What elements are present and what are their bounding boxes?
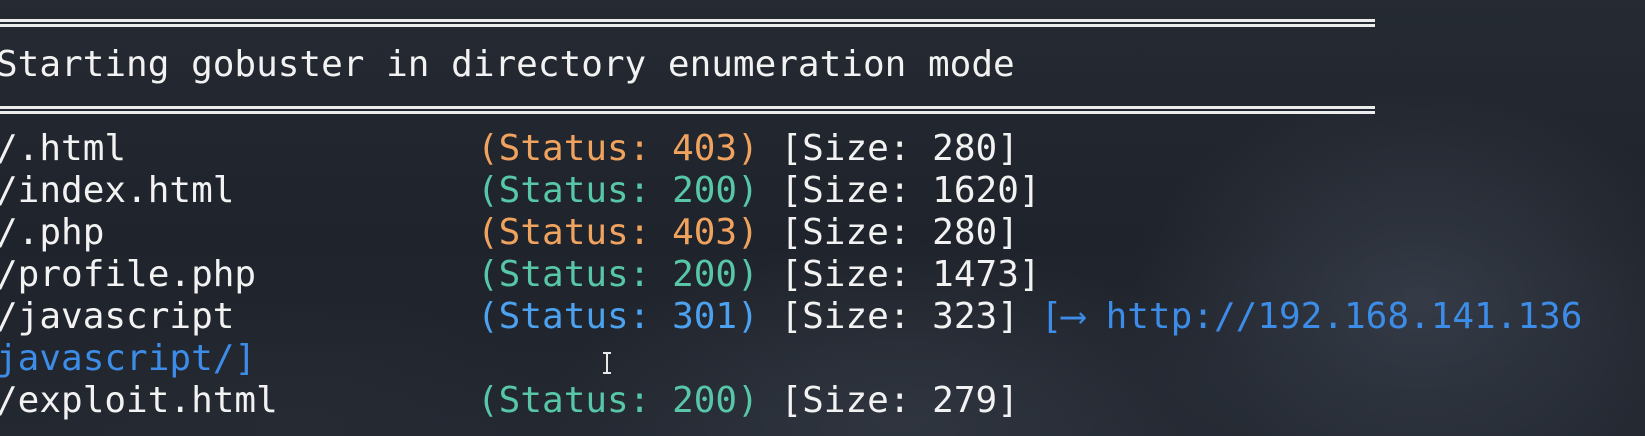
redirect-link-continued[interactable]: javascript/]	[0, 337, 256, 381]
size-label: [Size: 1620]	[780, 170, 1041, 211]
terminal-output[interactable]: Starting gobuster in directory enumerati…	[0, 0, 1645, 436]
result-line: /.php (Status: 403) [Size: 280]	[0, 211, 1019, 255]
status-label: (Status: 301)	[477, 296, 759, 337]
result-line: /profile.php (Status: 200) [Size: 1473]	[0, 253, 1041, 297]
result-line: /exploit.html (Status: 200) [Size: 279]	[0, 379, 1019, 423]
separator-top	[0, 19, 1375, 27]
result-path: /.php	[0, 212, 105, 253]
size-label: [Size: 280]	[780, 128, 1019, 169]
result-path: /javascript	[0, 296, 235, 337]
status-label: (Status: 200)	[477, 254, 759, 295]
status-label: (Status: 200)	[477, 170, 759, 211]
redirect-link[interactable]: [⟶ http://192.168.141.136	[1041, 296, 1583, 337]
header-title: Starting gobuster in directory enumerati…	[0, 44, 1015, 85]
status-label: (Status: 403)	[477, 128, 759, 169]
result-path: /exploit.html	[0, 380, 278, 421]
result-line: /.html (Status: 403) [Size: 280]	[0, 127, 1019, 171]
size-label: [Size: 1473]	[780, 254, 1041, 295]
size-label: [Size: 280]	[780, 212, 1019, 253]
result-line: /javascript (Status: 301) [Size: 323] [⟶ …	[0, 295, 1582, 339]
separator-bottom	[0, 106, 1375, 114]
result-path: /index.html	[0, 170, 235, 211]
text-cursor-icon	[603, 352, 611, 374]
result-path: /profile.php	[0, 254, 257, 295]
status-label: (Status: 403)	[477, 212, 759, 253]
result-path: /.html	[0, 128, 127, 169]
status-label: (Status: 200)	[477, 380, 759, 421]
size-label: [Size: 279]	[780, 380, 1019, 421]
result-line: /index.html (Status: 200) [Size: 1620]	[0, 169, 1041, 213]
size-label: [Size: 323]	[780, 296, 1019, 337]
